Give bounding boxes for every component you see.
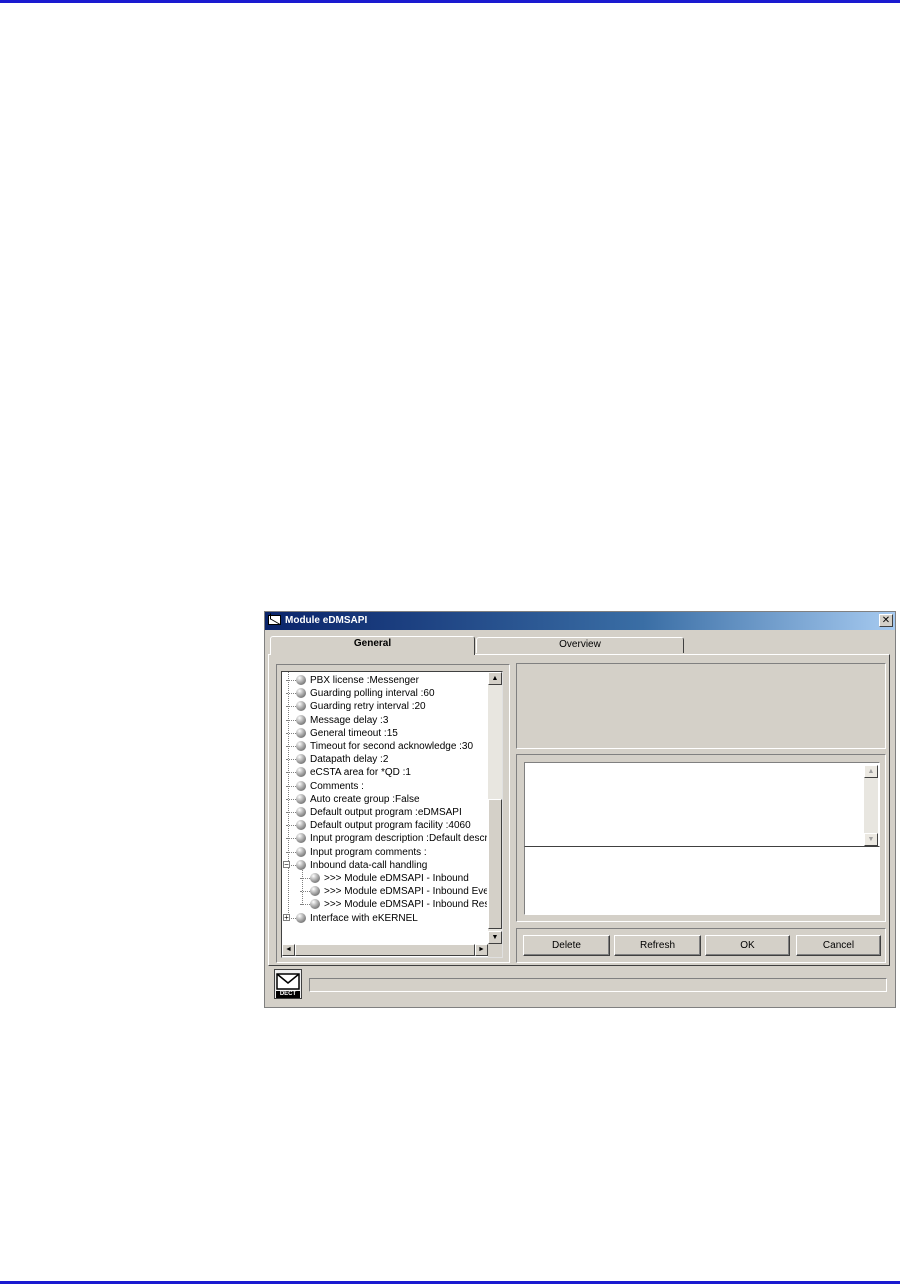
- bullet-icon: [296, 675, 306, 685]
- bullet-icon: [296, 859, 306, 870]
- tree-connector-line-child: [302, 869, 303, 906]
- tree-item-label: Datapath delay :2: [310, 754, 389, 766]
- dect-status-icon: DECT: [274, 969, 302, 999]
- bullet-icon: [296, 727, 306, 738]
- tree-horizontal-scrollbar[interactable]: ◄ ►: [282, 944, 488, 956]
- info-panel: [516, 663, 886, 749]
- tree-branch: [286, 838, 296, 840]
- bullet-icon: [310, 899, 320, 910]
- tree-scroll-down-button[interactable]: ▼: [488, 931, 502, 944]
- bullet-icon: [296, 807, 306, 817]
- tree-item-label: Default output program :eDMSAPI: [310, 807, 462, 818]
- tree-branch: [286, 772, 296, 774]
- tree-item-label: Comments :: [310, 780, 364, 792]
- bullet-icon: [296, 701, 306, 712]
- tree-item-label: Default output program facility :4060: [310, 820, 471, 832]
- detail-text-top[interactable]: ▲ ▼: [524, 762, 880, 847]
- detail-scroll-up-button[interactable]: ▲: [864, 765, 878, 778]
- tree-item-label: >>> Module eDMSAPI - Inbound: [324, 873, 469, 884]
- tree-branch: [286, 851, 296, 853]
- tree-branch: [300, 891, 310, 893]
- status-bar-field: [309, 978, 887, 992]
- tree-vertical-scrollbar[interactable]: ▲ ▼: [488, 672, 502, 944]
- tree-item-label: eCSTA area for *QD :1: [310, 767, 411, 779]
- tree-item-label: Auto create group :False: [310, 793, 420, 805]
- tree-scroll-right-button[interactable]: ►: [475, 944, 488, 956]
- bullet-icon: [296, 846, 306, 857]
- tree-branch: [286, 693, 296, 695]
- tree-item-label: Input program comments :: [310, 846, 427, 858]
- mail-icon: [276, 973, 300, 990]
- tree-item-label: Guarding polling interval :60: [310, 688, 435, 700]
- tree-item-label: General timeout :15: [310, 727, 398, 739]
- bullet-icon: [296, 912, 306, 923]
- collapse-icon[interactable]: −: [283, 860, 290, 868]
- tree-scroll-up-button[interactable]: ▲: [488, 672, 502, 685]
- tree-branch: [300, 904, 310, 906]
- bullet-icon: [296, 780, 306, 791]
- tree-branch: [286, 732, 296, 734]
- tree-branch: [286, 759, 296, 761]
- tree-hscroll-thumb[interactable]: [295, 944, 475, 956]
- expand-icon[interactable]: +: [283, 913, 290, 921]
- tree-item-label: Guarding retry interval :20: [310, 701, 426, 713]
- detail-vertical-scrollbar[interactable]: ▲ ▼: [864, 765, 878, 846]
- tree-branch: [286, 798, 296, 800]
- bullet-icon: [310, 886, 320, 897]
- tree-branch: [286, 719, 296, 721]
- tree-connector-line: [288, 672, 289, 919]
- detail-scroll-down-button[interactable]: ▼: [864, 833, 878, 846]
- tree-branch: [286, 706, 296, 708]
- tree-item-label: >>> Module eDMSAPI - Inbound Result: [324, 899, 487, 911]
- tree-branch: [300, 878, 310, 879]
- envelope-icon: [268, 615, 281, 625]
- refresh-button[interactable]: Refresh: [614, 935, 701, 956]
- bullet-icon: [296, 793, 306, 804]
- bullet-icon: [296, 820, 306, 831]
- tree-branch: [286, 680, 296, 681]
- tree-branch: [286, 825, 296, 827]
- bullet-icon: [296, 767, 306, 778]
- bullet-icon: [296, 833, 306, 844]
- bullet-icon: [296, 754, 306, 765]
- tab-general[interactable]: General: [270, 636, 475, 655]
- tree-scroll-corner: [488, 944, 502, 957]
- tree-scroll-thumb[interactable]: [488, 799, 502, 929]
- tree-item-label: PBX license :Messenger: [310, 675, 419, 686]
- tab-overview[interactable]: Overview: [476, 637, 684, 653]
- tree-item-label: Message delay :3: [310, 714, 389, 726]
- tree-item-label: Interface with eKERNEL: [310, 912, 418, 924]
- tree-branch: [286, 812, 296, 813]
- window-title: Module eDMSAPI: [285, 615, 368, 626]
- close-button[interactable]: ✕: [879, 614, 893, 627]
- cancel-button[interactable]: Cancel: [796, 935, 881, 956]
- tree-item-label: Input program description :Default descr…: [310, 833, 487, 845]
- detail-text-bottom[interactable]: [524, 846, 880, 915]
- bullet-icon: [296, 714, 306, 725]
- settings-tree[interactable]: PBX license :Messenger Guarding polling i…: [281, 671, 503, 958]
- dect-label: DECT: [276, 991, 300, 998]
- tree-item-label: Timeout for second acknowledge :30: [310, 741, 474, 752]
- ok-button[interactable]: OK: [705, 935, 790, 956]
- tree-item-label: >>> Module eDMSAPI - Inbound Event: [324, 886, 487, 898]
- bullet-icon: [296, 741, 306, 751]
- page-top-rule: [0, 0, 900, 3]
- delete-button[interactable]: Delete: [523, 935, 610, 956]
- tree-scroll-left-button[interactable]: ◄: [282, 944, 295, 956]
- bullet-icon: [310, 873, 320, 883]
- tree-body: PBX license :Messenger Guarding polling i…: [282, 672, 487, 944]
- tree-branch: [286, 746, 296, 747]
- tree-branch: [286, 785, 296, 787]
- tree-item-label: Inbound data-call handling: [310, 859, 428, 871]
- bullet-icon: [296, 688, 306, 699]
- title-bar[interactable]: Module eDMSAPI ✕: [265, 612, 895, 630]
